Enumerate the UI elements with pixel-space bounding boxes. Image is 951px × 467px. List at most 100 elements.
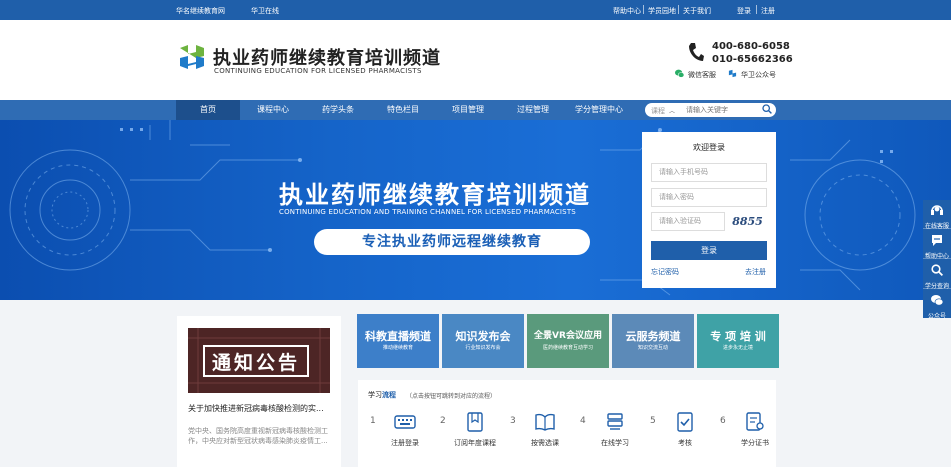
float-credit-query[interactable]: 学分查询 [923, 260, 951, 290]
login-button[interactable]: 登录 [651, 241, 767, 260]
headset-icon [931, 205, 943, 215]
topbar-link-huaming[interactable]: 华名继续教育网 [176, 6, 225, 16]
keyboard-icon [394, 415, 416, 429]
step-register-login[interactable]: 1 注册登录 [370, 410, 440, 460]
search-category-select[interactable]: 课程 [651, 106, 665, 116]
login-panel: 欢迎登录 请输入手机号码 请输入密码 请输入验证码 8855 登录 忘记密码 去… [642, 132, 776, 288]
channel-live[interactable]: 科教直播频道 推动继续教育 [357, 314, 439, 368]
topbar-register-link[interactable]: 注册 [761, 6, 775, 16]
wechat-icon [931, 295, 943, 306]
forgot-password-link[interactable]: 忘记密码 [651, 267, 679, 277]
stack-icon [607, 413, 623, 430]
notice-banner-graphic: 通知公告 [188, 328, 330, 393]
phone-number: 010-65662366 [712, 54, 793, 65]
nav-pharmacy-news[interactable]: 药学头条 [311, 100, 365, 120]
topbar-link-help[interactable]: 帮助中心 [613, 6, 641, 16]
notice-headline[interactable]: 关于加快推进新冠病毒核酸检测的实... [188, 403, 324, 414]
huawei-account-icon [728, 69, 737, 78]
float-online-service[interactable]: 在线客服 [923, 200, 951, 230]
nav-courses[interactable]: 课程中心 [246, 100, 300, 120]
login-title: 欢迎登录 [693, 143, 725, 152]
search-icon[interactable] [762, 104, 772, 114]
channel-knowledge[interactable]: 知识发布会 行业知识发布会 [442, 314, 524, 368]
hotline-number: 400-680-6058 [712, 41, 790, 52]
channel-title: 知识发布会 [455, 330, 511, 343]
checkbox-icon [677, 412, 693, 432]
divider [756, 5, 757, 14]
process-hint: （点击按钮可跳转到对应的流程） [406, 393, 497, 400]
step-label: 按需选课 [531, 439, 559, 447]
site-header: 执业药师继续教育培训频道 CONTINUING EDUCATION FOR LI… [0, 20, 951, 100]
channel-subtitle: 推动继续教育 [382, 345, 413, 351]
official-account-link[interactable]: 华卫公众号 [741, 70, 776, 80]
password-field[interactable]: 请输入密码 [651, 188, 767, 207]
captcha-image[interactable]: 8855 [728, 212, 767, 231]
notice-text-line: 作，中央应对新型冠状病毒感染肺炎疫情工... [188, 437, 328, 445]
bookmark-icon [467, 412, 483, 432]
step-label: 在线学习 [601, 439, 629, 447]
hero-banner: 执业药师继续教育培训频道 CONTINUING EDUCATION AND TR… [0, 120, 951, 300]
step-number: 6 [720, 416, 726, 426]
phone-field[interactable]: 请输入手机号码 [651, 163, 767, 182]
notice-image-text: 通知公告 [212, 351, 300, 374]
phone-icon [689, 43, 704, 61]
step-subscribe-course[interactable]: 2 订阅年度课程 [440, 410, 510, 460]
step-select-course[interactable]: 3 按需选课 [510, 410, 580, 460]
step-label: 考核 [678, 439, 692, 447]
process-title-plain: 学习 [368, 391, 382, 399]
wechat-service-link[interactable]: 微信客服 [688, 70, 716, 80]
step-label: 订阅年度课程 [454, 439, 496, 447]
channel-title: 专 项 培 训 [710, 330, 766, 343]
step-number: 2 [440, 416, 446, 426]
step-number: 5 [650, 416, 656, 426]
channel-vr[interactable]: 全景VR会议应用 医药继续教育互动学习 [527, 314, 609, 368]
banner-title: 执业药师继续教育培训频道 [279, 181, 591, 209]
book-icon [535, 413, 555, 431]
topbar-link-huawei[interactable]: 华卫在线 [251, 6, 279, 16]
notice-card: 通知公告 关于加快推进新冠病毒核酸检测的实... 党中央、国务院高度重视新冠病毒… [177, 316, 341, 467]
site-subtitle: CONTINUING EDUCATION FOR LICENSED PHARMA… [214, 67, 422, 75]
side-float-bar: 在线客服 帮助中心 学分查询 公众号 [923, 200, 951, 320]
nav-project-management[interactable]: 项目管理 [441, 100, 495, 120]
step-label: 学分证书 [741, 439, 769, 447]
chevron-up-icon[interactable]: ︿ [669, 106, 675, 115]
wechat-icon [675, 69, 684, 78]
divider [643, 5, 644, 14]
topbar-link-about[interactable]: 关于我们 [683, 6, 711, 16]
float-label: 学分查询 [924, 283, 949, 290]
captcha-field[interactable]: 请输入验证码 [651, 212, 725, 231]
float-label: 帮助中心 [924, 253, 949, 260]
channel-special-training[interactable]: 专 项 培 训 进步永无止境 [697, 314, 779, 368]
divider [678, 5, 679, 14]
topbar-login-link[interactable]: 登录 [737, 6, 751, 16]
channel-cloud[interactable]: 云服务频道 知识交流互动 [612, 314, 694, 368]
step-label: 注册登录 [391, 439, 419, 447]
step-number: 4 [580, 416, 586, 426]
main-nav: 首页 课程中心 药学头条 特色栏目 项目管理 过程管理 学分管理中心 [0, 100, 951, 120]
float-help-center[interactable]: 帮助中心 [923, 230, 951, 260]
float-label: 公众号 [927, 313, 946, 320]
channel-title: 全景VR会议应用 [534, 331, 602, 341]
float-official-account[interactable]: 公众号 [923, 290, 951, 320]
notice-image[interactable]: 通知公告 [188, 328, 330, 393]
step-assessment[interactable]: 5 考核 [650, 410, 720, 460]
register-link[interactable]: 去注册 [745, 267, 766, 277]
nav-home[interactable]: 首页 [176, 100, 240, 120]
step-number: 1 [370, 416, 376, 426]
site-logo-icon[interactable] [177, 42, 207, 72]
step-credit-certificate[interactable]: 6 学分证书 [720, 410, 790, 460]
channel-title: 科教直播频道 [365, 330, 431, 343]
certificate-icon [746, 412, 764, 431]
nav-process-management[interactable]: 过程管理 [506, 100, 560, 120]
topbar-link-students[interactable]: 学员园地 [648, 6, 676, 16]
channel-title: 云服务频道 [625, 330, 681, 343]
step-online-learning[interactable]: 4 在线学习 [580, 410, 650, 460]
nav-featured[interactable]: 特色栏目 [376, 100, 430, 120]
search-icon [931, 264, 943, 277]
notice-text-line: 党中央、国务院高度重视新冠病毒核酸检测工 [188, 427, 328, 435]
search-input[interactable] [686, 104, 760, 116]
process-title-highlight: 流程 [382, 391, 396, 399]
help-icon [932, 235, 942, 246]
channel-subtitle: 进步永无止境 [722, 345, 753, 351]
nav-credit-center[interactable]: 学分管理中心 [568, 100, 630, 120]
